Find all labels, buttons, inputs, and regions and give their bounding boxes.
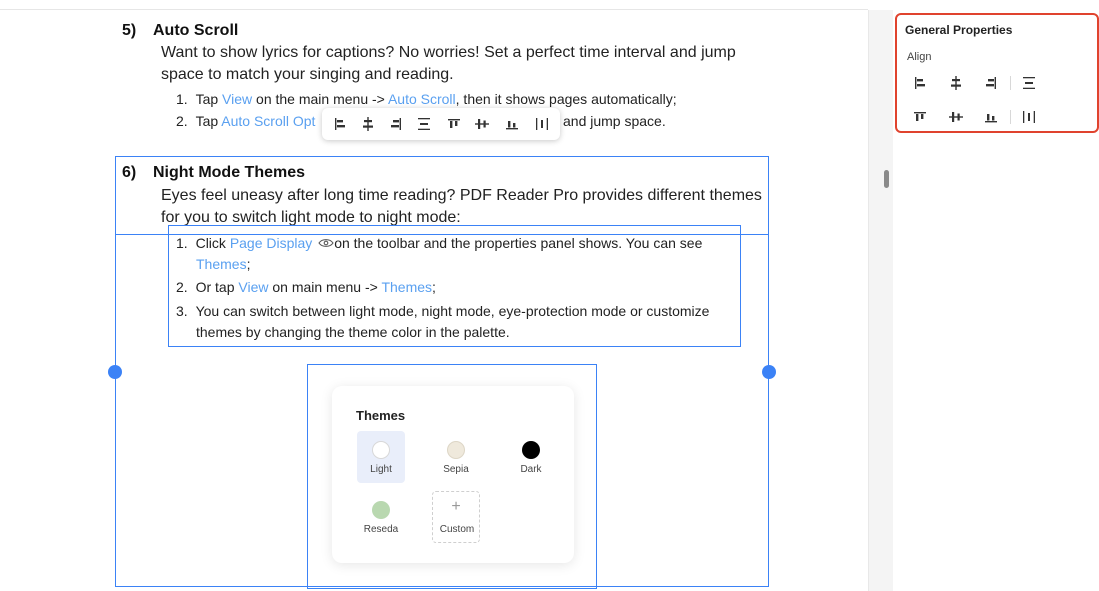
section-5-para-line2: space to match your singing and reading. (161, 66, 454, 83)
align-bottom-icon[interactable] (983, 109, 999, 125)
distribute-horizontal-icon[interactable] (416, 116, 432, 132)
general-properties-title: General Properties (905, 23, 1013, 37)
link-auto-scroll[interactable]: Auto Scroll (388, 91, 456, 107)
section-5-title: Auto Scroll (153, 22, 239, 39)
scrollbar-thumb[interactable] (884, 170, 889, 188)
selection-image-box[interactable] (307, 364, 597, 589)
resize-handle-left[interactable] (108, 365, 122, 379)
floating-align-toolbar (322, 108, 560, 140)
align-left-icon[interactable] (332, 116, 348, 132)
link-auto-scroll-options[interactable]: Auto Scroll Opt (221, 113, 315, 129)
section-5-number: 5) (122, 22, 137, 39)
align-right-icon[interactable] (388, 116, 404, 132)
vertical-scrollbar[interactable] (868, 10, 893, 591)
resize-handle-right[interactable] (762, 365, 776, 379)
align-top-icon[interactable] (912, 109, 928, 125)
section-5-para-line1: Want to show lyrics for captions? No wor… (161, 44, 736, 61)
align-left-icon[interactable] (912, 75, 928, 91)
align-bottom-icon[interactable] (504, 116, 520, 132)
section-5-item-2: 2. Tap Auto Scroll Opt (176, 113, 316, 129)
align-label: Align (907, 51, 932, 63)
panel-divider (1010, 110, 1011, 124)
distribute-horizontal-icon[interactable] (1021, 75, 1037, 91)
panel-divider (1010, 76, 1011, 90)
document-canvas[interactable]: 5) Auto Scroll Want to show lyrics for ca… (0, 0, 868, 591)
align-right-icon[interactable] (983, 75, 999, 91)
align-horizontal-center-icon[interactable] (360, 116, 376, 132)
align-horizontal-center-icon[interactable] (948, 75, 964, 91)
section-5-heading: 5) Auto Scroll (122, 22, 238, 40)
selection-list-box[interactable] (168, 225, 741, 347)
top-divider (0, 9, 868, 10)
section-5-item-2-tail: and jump space. (563, 113, 666, 129)
align-vertical-center-icon[interactable] (948, 109, 964, 125)
align-top-icon[interactable] (446, 116, 462, 132)
section-5-item-1: 1. Tap View on the main menu -> Auto Scr… (176, 91, 677, 107)
align-vertical-center-icon[interactable] (474, 116, 490, 132)
selection-heading-box[interactable] (115, 156, 769, 235)
distribute-vertical-icon[interactable] (534, 116, 550, 132)
link-view[interactable]: View (222, 91, 252, 107)
distribute-vertical-icon[interactable] (1021, 109, 1037, 125)
